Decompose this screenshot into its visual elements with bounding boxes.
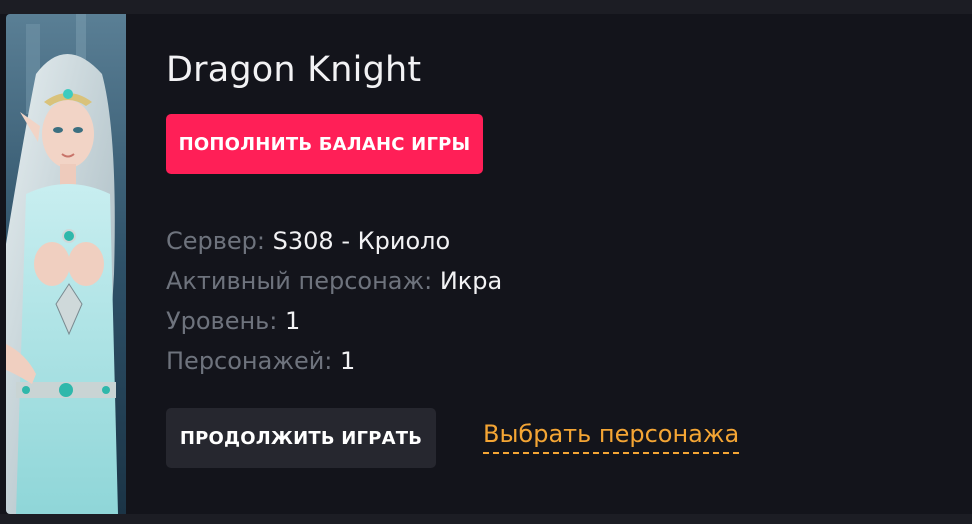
page-background-top bbox=[0, 0, 972, 14]
server-label: Сервер: bbox=[166, 227, 265, 255]
characters-count-label: Персонажей: bbox=[166, 347, 333, 375]
server-value: S308 - Криоло bbox=[272, 227, 451, 255]
page-background-bottom bbox=[0, 514, 972, 524]
choose-character-link[interactable]: Выбрать персонажа bbox=[483, 418, 740, 454]
game-info-list: Сервер: S308 - Криоло Активный персонаж:… bbox=[166, 224, 502, 384]
game-title: Dragon Knight bbox=[166, 50, 422, 90]
game-card: Dragon Knight ПОПОЛНИТЬ БАЛАНС ИГРЫ Серв… bbox=[0, 14, 972, 514]
active-character-row: Активный персонаж: Икра bbox=[166, 264, 502, 304]
server-row: Сервер: S308 - Криоло bbox=[166, 224, 502, 264]
level-label: Уровень: bbox=[166, 307, 278, 335]
topup-balance-button[interactable]: ПОПОЛНИТЬ БАЛАНС ИГРЫ bbox=[166, 114, 483, 174]
active-character-value: Икра bbox=[439, 267, 503, 295]
elf-character-art bbox=[6, 14, 126, 514]
continue-playing-button[interactable]: ПРОДОЛЖИТЬ ИГРАТЬ bbox=[166, 408, 436, 468]
level-value: 1 bbox=[285, 307, 301, 335]
characters-count-value: 1 bbox=[340, 347, 356, 375]
active-character-label: Активный персонаж: bbox=[166, 267, 433, 295]
level-row: Уровень: 1 bbox=[166, 304, 502, 344]
characters-count-row: Персонажей: 1 bbox=[166, 344, 502, 384]
game-info-panel: Dragon Knight ПОПОЛНИТЬ БАЛАНС ИГРЫ Серв… bbox=[166, 14, 972, 514]
